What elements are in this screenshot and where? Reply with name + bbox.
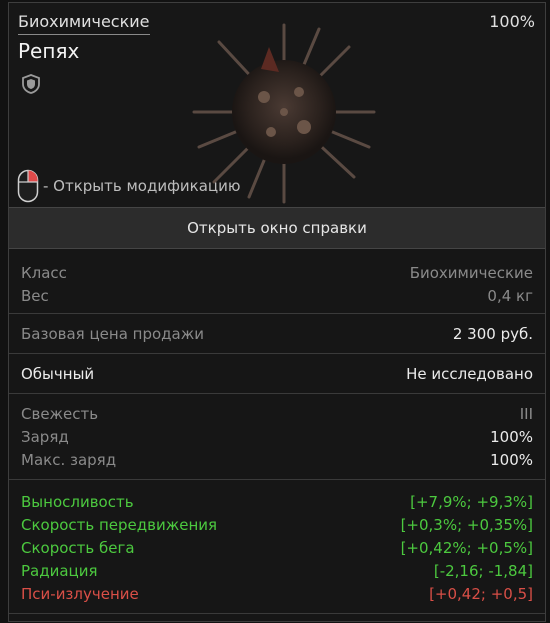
condition-section: Свежесть III Заряд 100% Макс. заряд 100% [9,394,545,480]
stats-section: Выносливость [+7,9%; +9,3%] Скорость пер… [9,480,545,614]
freshness-label: Свежесть [21,404,99,423]
class-label: Класс [21,263,67,282]
stat-label-psi-emission: Пси-излучение [21,584,139,603]
shield-icon [22,74,40,94]
item-title: Репях [18,39,80,63]
stat-label-stamina: Выносливость [21,492,134,511]
modification-hint-text: - Открыть модификацию [43,177,241,195]
stat-label-radiation: Радиация [21,561,98,580]
item-category: Биохимические [18,12,150,35]
class-row: Класс Биохимические [21,261,533,284]
max-charge-label: Макс. заряд [21,450,117,469]
price-section: Базовая цена продажи 2 300 руб. [9,314,545,354]
price-label: Базовая цена продажи [21,324,204,343]
weight-row: Вес 0,4 кг [21,284,533,307]
price-value: 2 300 руб. [452,324,533,343]
stat-row-psi-emission: Пси-излучение [+0,42; +0,5] [21,582,533,605]
rarity-label: Обычный [21,364,95,383]
stat-value-radiation: [-2,16; -1,84] [433,561,533,580]
rarity-row: Обычный Не исследовано [21,362,533,385]
charge-value: 100% [490,427,533,446]
modification-hint[interactable]: - Открыть модификацию [17,169,241,203]
tooltip-header: Биохимические 100% Репях - Открыть модиф… [9,3,545,207]
mouse-icon [17,169,39,203]
freshness-row: Свежесть III [21,402,533,425]
weight-label: Вес [21,286,49,305]
max-charge-row: Макс. заряд 100% [21,448,533,471]
open-help-button[interactable]: Открыть окно справки [9,207,545,249]
max-charge-value: 100% [490,450,533,469]
stat-row-movement-speed: Скорость передвижения [+0,3%; +0,35%] [21,513,533,536]
stat-label-movement-speed: Скорость передвижения [21,515,218,534]
research-status: Не исследовано [406,364,533,383]
stat-value-movement-speed: [+0,3%; +0,35%] [400,515,533,534]
rarity-section: Обычный Не исследовано [9,354,545,394]
stat-row-radiation: Радиация [-2,16; -1,84] [21,559,533,582]
price-row: Базовая цена продажи 2 300 руб. [21,322,533,345]
stat-row-run-speed: Скорость бега [+0,42%; +0,5%] [21,536,533,559]
stat-value-stamina: [+7,9%; +9,3%] [410,492,533,511]
item-tooltip: Биохимические 100% Репях - Открыть модиф… [8,2,546,622]
stat-value-psi-emission: [+0,42; +0,5] [429,584,533,603]
class-value: Биохимические [409,263,533,282]
item-condition-percent: 100% [489,12,535,31]
stat-row-stamina: Выносливость [+7,9%; +9,3%] [21,490,533,513]
charge-row: Заряд 100% [21,425,533,448]
stat-value-run-speed: [+0,42%; +0,5%] [400,538,533,557]
freshness-value: III [519,404,533,423]
stat-label-run-speed: Скорость бега [21,538,135,557]
charge-label: Заряд [21,427,69,446]
weight-value: 0,4 кг [487,286,533,305]
info-section: Класс Биохимические Вес 0,4 кг [9,249,545,314]
